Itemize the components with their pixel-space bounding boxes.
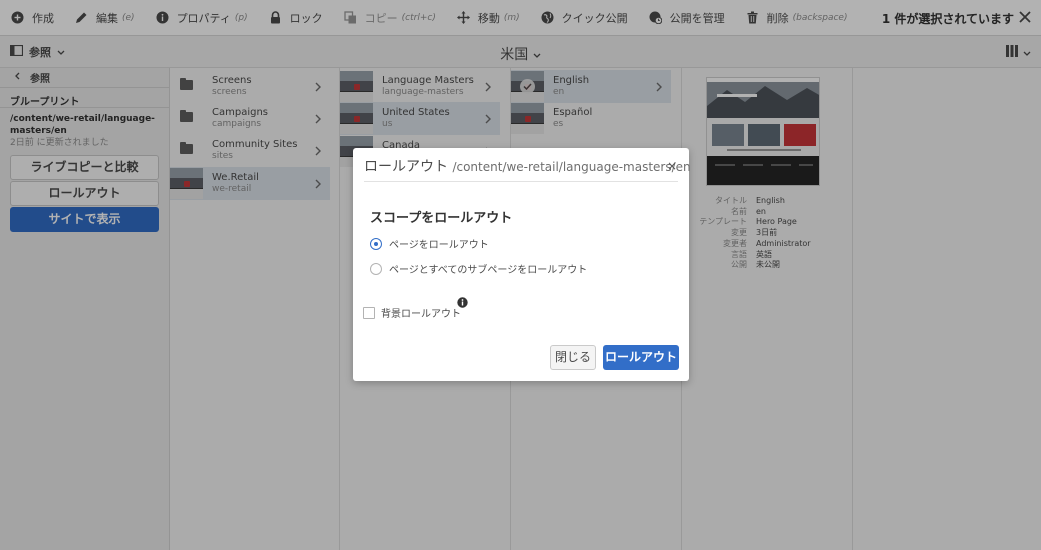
background-rollout-checkbox[interactable]: 背景ロールアウト xyxy=(363,305,461,320)
rollout-button[interactable]: ロールアウト xyxy=(603,345,679,370)
radio-label: ページをロールアウト xyxy=(389,240,489,251)
info-icon[interactable] xyxy=(457,297,468,308)
dialog-title: ロールアウト /content/we-retail/language-maste… xyxy=(364,156,691,176)
checkbox-box[interactable] xyxy=(363,306,375,319)
radio-rollout-page-and-subpages[interactable]: ページとすべてのサブページをロールアウト xyxy=(370,261,587,276)
radio-selected[interactable] xyxy=(370,237,382,250)
checkbox-label: 背景ロールアウト xyxy=(381,309,461,320)
dialog-close-icon[interactable]: × xyxy=(667,159,677,173)
radio-label: ページとすべてのサブページをロールアウト xyxy=(389,265,588,276)
scope-heading: スコープをロールアウト xyxy=(370,211,513,226)
radio-unselected[interactable] xyxy=(370,262,382,275)
radio-rollout-page[interactable]: ページをロールアウト xyxy=(370,236,489,251)
close-button[interactable]: 閉じる xyxy=(550,345,596,370)
dialog-title-path: /content/we-retail/language-masters/en xyxy=(452,160,691,174)
dialog-title-text: ロールアウト xyxy=(364,159,448,175)
divider xyxy=(364,181,678,182)
rollout-dialog: ロールアウト /content/we-retail/language-maste… xyxy=(353,148,691,381)
